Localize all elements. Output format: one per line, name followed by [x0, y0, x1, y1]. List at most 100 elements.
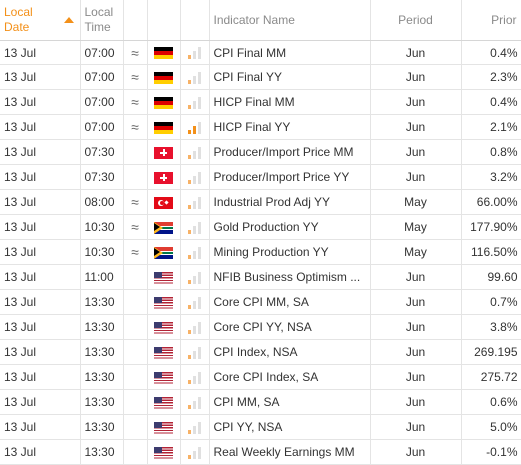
switzerland-flag-icon: [154, 146, 173, 159]
importance-cell: [180, 314, 210, 340]
table-row[interactable]: 13 Jul 07:00 ≈ CPI Final MM Jun 0.4%: [0, 40, 521, 65]
volatility-icon: [123, 264, 148, 290]
prior-cell: 99.60: [461, 264, 521, 290]
time-cell: 10:30: [80, 239, 124, 265]
indicator-name-cell[interactable]: CPI MM, SA: [209, 389, 371, 415]
column-header-period[interactable]: Period: [370, 0, 462, 41]
table-row[interactable]: 13 Jul 07:30 Producer/Import Price MM Jun 0.…: [0, 139, 521, 165]
indicator-name-cell[interactable]: Core CPI MM, SA: [209, 289, 371, 315]
date-cell: 13 Jul: [0, 89, 81, 115]
time-cell: 07:00: [80, 40, 124, 65]
country-cell: [147, 139, 181, 165]
importance-bars-icon: [188, 446, 201, 459]
time-cell: 13:30: [80, 414, 124, 440]
indicator-name-cell[interactable]: Producer/Import Price MM: [209, 139, 371, 165]
prior-cell: 177.90%: [461, 214, 521, 240]
date-cell: 13 Jul: [0, 364, 81, 390]
indicator-name-cell[interactable]: Real Weekly Earnings MM: [209, 439, 371, 465]
indicator-name-cell[interactable]: Producer/Import Price YY: [209, 164, 371, 190]
volatility-icon: [123, 164, 148, 190]
germany-flag-icon: [154, 71, 173, 84]
importance-bars-icon: [188, 71, 201, 84]
table-row[interactable]: 13 Jul 07:00 ≈ HICP Final MM Jun 0.4%: [0, 89, 521, 115]
indicator-name-cell[interactable]: Core CPI YY, NSA: [209, 314, 371, 340]
table-row[interactable]: 13 Jul 08:00 ≈ Industrial Prod Adj YY May 66.…: [0, 189, 521, 215]
time-cell: 13:30: [80, 289, 124, 315]
indicator-name-cell[interactable]: Core CPI Index, SA: [209, 364, 371, 390]
table-row[interactable]: 13 Jul 13:30 Core CPI Index, SA Jun 275.72: [0, 364, 521, 390]
table-row[interactable]: 13 Jul 13:30 Core CPI MM, SA Jun 0.7%: [0, 289, 521, 315]
importance-bars-icon: [188, 221, 201, 234]
switzerland-flag-icon: [154, 171, 173, 184]
date-cell: 13 Jul: [0, 414, 81, 440]
indicator-name-cell[interactable]: Mining Production YY: [209, 239, 371, 265]
importance-cell: [180, 189, 210, 215]
prior-cell: 269.195: [461, 339, 521, 365]
table-row[interactable]: 13 Jul 11:00 NFIB Business Optimism ... Jun…: [0, 264, 521, 290]
time-cell: 13:30: [80, 339, 124, 365]
period-cell: Jun: [370, 339, 462, 365]
table-row[interactable]: 13 Jul 10:30 ≈ Mining Production YY May 116.5…: [0, 239, 521, 265]
indicator-name-cell[interactable]: Gold Production YY: [209, 214, 371, 240]
prior-cell: 275.72: [461, 364, 521, 390]
date-cell: 13 Jul: [0, 339, 81, 365]
period-cell: Jun: [370, 139, 462, 165]
indicator-name-cell[interactable]: HICP Final MM: [209, 89, 371, 115]
importance-cell: [180, 114, 210, 140]
period-cell: Jun: [370, 414, 462, 440]
column-header-prior[interactable]: Prior: [461, 0, 521, 41]
indicator-name-cell[interactable]: CPI Final MM: [209, 40, 371, 65]
column-header-local-time[interactable]: Local Time: [80, 0, 124, 41]
united-states-flag-icon: [154, 296, 173, 309]
indicator-name-cell[interactable]: NFIB Business Optimism ...: [209, 264, 371, 290]
volatility-icon: ≈: [123, 214, 148, 240]
volatility-icon: ≈: [123, 114, 148, 140]
country-cell: [147, 389, 181, 415]
country-cell: [147, 189, 181, 215]
importance-bars-icon: [188, 196, 201, 209]
table-row[interactable]: 13 Jul 13:30 Real Weekly Earnings MM Jun -0.…: [0, 439, 521, 465]
prior-cell: 0.7%: [461, 289, 521, 315]
period-cell: Jun: [370, 64, 462, 90]
table-row[interactable]: 13 Jul 07:00 ≈ CPI Final YY Jun 2.3%: [0, 64, 521, 90]
volatility-icon: [123, 314, 148, 340]
column-header-indicator[interactable]: Indicator Name: [209, 0, 371, 41]
country-cell: [147, 40, 181, 65]
period-cell: Jun: [370, 89, 462, 115]
column-header-importance: [180, 0, 210, 41]
table-row[interactable]: 13 Jul 07:00 ≈ HICP Final YY Jun 2.1%: [0, 114, 521, 140]
time-cell: 13:30: [80, 314, 124, 340]
period-cell: May: [370, 189, 462, 215]
indicator-name-cell[interactable]: CPI YY, NSA: [209, 414, 371, 440]
importance-cell: [180, 89, 210, 115]
time-cell: 07:00: [80, 114, 124, 140]
time-cell: 13:30: [80, 364, 124, 390]
prior-cell: 66.00%: [461, 189, 521, 215]
country-cell: [147, 289, 181, 315]
table-row[interactable]: 13 Jul 07:30 Producer/Import Price YY Jun 3.…: [0, 164, 521, 190]
date-cell: 13 Jul: [0, 264, 81, 290]
prior-cell: 0.8%: [461, 139, 521, 165]
importance-cell: [180, 139, 210, 165]
date-cell: 13 Jul: [0, 214, 81, 240]
table-row[interactable]: 13 Jul 13:30 CPI Index, NSA Jun 269.195: [0, 339, 521, 365]
column-header-local-date[interactable]: Local Date: [0, 0, 81, 41]
volatility-icon: [123, 289, 148, 315]
importance-cell: [180, 239, 210, 265]
country-cell: [147, 314, 181, 340]
table-row[interactable]: 13 Jul 13:30 Core CPI YY, NSA Jun 3.8%: [0, 314, 521, 340]
importance-bars-icon: [188, 296, 201, 309]
united-states-flag-icon: [154, 446, 173, 459]
united-states-flag-icon: [154, 396, 173, 409]
table-row[interactable]: 13 Jul 13:30 CPI MM, SA Jun 0.6%: [0, 389, 521, 415]
indicator-name-cell[interactable]: HICP Final YY: [209, 114, 371, 140]
table-row[interactable]: 13 Jul 13:30 CPI YY, NSA Jun 5.0%: [0, 414, 521, 440]
indicator-name-cell[interactable]: Industrial Prod Adj YY: [209, 189, 371, 215]
date-cell: 13 Jul: [0, 189, 81, 215]
importance-cell: [180, 389, 210, 415]
indicator-name-cell[interactable]: CPI Index, NSA: [209, 339, 371, 365]
period-cell: Jun: [370, 314, 462, 340]
volatility-icon: ≈: [123, 189, 148, 215]
indicator-name-cell[interactable]: CPI Final YY: [209, 64, 371, 90]
table-row[interactable]: 13 Jul 10:30 ≈ Gold Production YY May 177.90%: [0, 214, 521, 240]
